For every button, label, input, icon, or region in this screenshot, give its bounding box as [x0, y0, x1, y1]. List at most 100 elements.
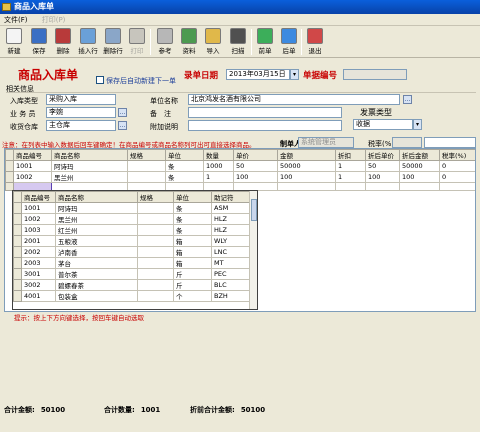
column-header[interactable]: 单价 [233, 149, 278, 161]
table-cell[interactable]: 2003 [21, 257, 56, 269]
column-header[interactable]: 金额 [277, 149, 336, 161]
column-header[interactable]: 规格 [137, 191, 174, 203]
picker-scroll-thumb[interactable] [251, 199, 257, 221]
table-cell[interactable]: 箱 [173, 246, 212, 258]
unit-field[interactable]: 北京鸿发名酒有限公司 [188, 94, 400, 105]
tax-extra-field[interactable] [424, 137, 476, 148]
table-cell[interactable] [365, 182, 400, 191]
column-header[interactable]: 商品名称 [55, 191, 138, 203]
table-cell[interactable]: MT [211, 257, 252, 269]
table-cell[interactable]: 阿诗玛 [55, 202, 138, 214]
table-cell[interactable]: 五粮液 [55, 235, 138, 247]
toolbar-button-delete[interactable]: 删除 [51, 27, 75, 57]
toolbar-button-next[interactable]: 后单 [277, 27, 301, 57]
table-cell[interactable]: 1003 [21, 224, 56, 236]
clerk-field[interactable]: 李婉 [46, 107, 116, 118]
table-cell[interactable]: 阿诗玛 [51, 160, 128, 172]
maker-field[interactable]: 系统管理员 [298, 137, 354, 148]
list-item[interactable]: 3001 普尔茶 斤 PEC [13, 268, 252, 280]
table-cell[interactable] [137, 257, 174, 269]
row-header[interactable] [13, 268, 22, 280]
picker-scrollbar[interactable] [249, 191, 257, 309]
row-header[interactable] [13, 202, 22, 214]
toolbar-button-insert-row[interactable]: 插入行 [76, 27, 100, 57]
table-cell[interactable] [137, 213, 174, 225]
list-item[interactable]: 1003 红兰州 条 HLZ [13, 224, 252, 236]
table-cell[interactable]: 1 [335, 171, 366, 183]
table-row[interactable]: 1001 阿诗玛 条 1000 50 50000 1 50 50000 0 [5, 160, 475, 172]
table-cell[interactable]: 斤 [173, 268, 212, 280]
row-header[interactable] [13, 257, 22, 269]
date-dropdown-icon[interactable]: ▾ [290, 69, 299, 80]
column-header[interactable]: 商品编号 [21, 191, 56, 203]
row-header[interactable] [5, 160, 14, 172]
column-header[interactable]: 折后金额 [399, 149, 440, 161]
list-item[interactable]: 1001 阿诗玛 条 ASM [13, 202, 252, 214]
table-row[interactable]: 1002 黑兰州 条 1 100 100 1 100 100 0 [5, 171, 475, 183]
row-header[interactable] [13, 235, 22, 247]
table-cell[interactable]: 条 [173, 213, 212, 225]
table-cell[interactable]: PEC [211, 268, 252, 280]
toolbar-button-scan[interactable]: 扫描 [226, 27, 250, 57]
table-cell[interactable]: 2002 [21, 246, 56, 258]
row-header[interactable] [13, 213, 22, 225]
table-cell[interactable]: 50 [365, 160, 400, 172]
table-cell[interactable] [277, 182, 336, 191]
table-cell[interactable]: 1002 [13, 171, 52, 183]
table-cell[interactable]: 3001 [21, 268, 56, 280]
table-cell[interactable]: 1001 [13, 160, 52, 172]
table-cell[interactable]: 包装盒 [55, 290, 138, 302]
list-item[interactable]: 2001 五粮液 箱 WLY [13, 235, 252, 247]
table-cell[interactable]: 100 [399, 171, 440, 183]
tax-field[interactable] [392, 137, 422, 148]
column-header[interactable]: 助记符 [211, 191, 252, 203]
table-cell[interactable] [137, 290, 174, 302]
table-cell[interactable]: BZH [211, 290, 252, 302]
table-cell[interactable]: 1 [335, 160, 366, 172]
list-item[interactable]: 2002 泸南香 箱 LNC [13, 246, 252, 258]
row-header[interactable] [13, 246, 22, 258]
table-cell[interactable] [127, 160, 166, 172]
table-cell[interactable] [137, 279, 174, 291]
column-header[interactable]: 规格 [127, 149, 166, 161]
row-header[interactable] [13, 224, 22, 236]
table-cell[interactable]: 1002 [21, 213, 56, 225]
toolbar-button-exit[interactable]: 退出 [303, 27, 327, 57]
column-header[interactable]: 商品名称 [51, 149, 128, 161]
table-cell[interactable] [137, 202, 174, 214]
table-cell[interactable]: 100 [365, 171, 400, 183]
table-cell[interactable] [137, 268, 174, 280]
menu-print[interactable]: 打印(P) [42, 16, 66, 24]
table-cell[interactable] [137, 246, 174, 258]
table-cell[interactable]: BLC [211, 279, 252, 291]
table-cell[interactable]: 0 [439, 160, 475, 172]
row-header[interactable] [13, 279, 22, 291]
table-cell[interactable]: 箱 [173, 257, 212, 269]
table-cell[interactable]: 条 [165, 171, 204, 183]
toolbar-button-import[interactable]: 导入 [201, 27, 225, 57]
table-cell[interactable]: 普尔茶 [55, 268, 138, 280]
toolbar-button-new[interactable]: 新建 [2, 27, 26, 57]
remark-field[interactable] [188, 107, 342, 118]
toolbar-button-data[interactable]: 资料 [177, 27, 201, 57]
unit-lookup-icon[interactable]: … [403, 95, 412, 104]
table-cell[interactable]: 100 [277, 171, 336, 183]
warehouse-lookup-icon[interactable]: … [118, 121, 127, 130]
table-cell[interactable]: 1 [203, 171, 234, 183]
docno-field[interactable] [343, 69, 407, 80]
table-cell[interactable]: 红兰州 [55, 224, 138, 236]
type-field[interactable]: 采购入库 [46, 94, 116, 105]
table-cell[interactable]: ASM [211, 202, 252, 214]
table-cell[interactable] [335, 182, 366, 191]
column-header[interactable]: 折后单价 [365, 149, 400, 161]
menu-file[interactable]: 文件(F) [4, 16, 28, 24]
toolbar-button-save[interactable]: 保存 [27, 27, 51, 57]
table-cell[interactable]: 50000 [277, 160, 336, 172]
list-item[interactable]: 3002 碧螺春茶 斤 BLC [13, 279, 252, 291]
table-cell[interactable]: 条 [173, 224, 212, 236]
list-item[interactable]: 2003 茅台 箱 MT [13, 257, 252, 269]
table-cell[interactable]: 50 [233, 160, 278, 172]
table-cell[interactable]: 碧螺春茶 [55, 279, 138, 291]
table-cell[interactable]: HLZ [211, 213, 252, 225]
extra-field[interactable] [188, 120, 342, 131]
